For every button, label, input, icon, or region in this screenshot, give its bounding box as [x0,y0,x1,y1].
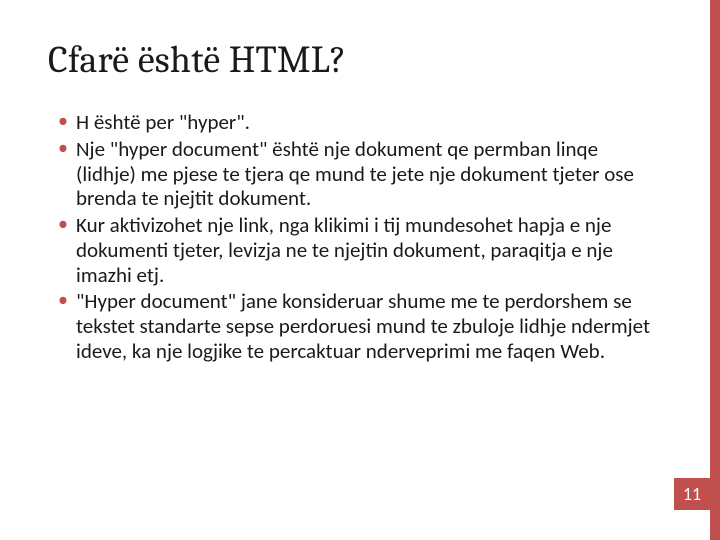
list-item: H është per "hyper". [56,110,652,135]
page-number-badge: 11 [674,478,710,510]
list-item: Nje "hyper document" është nje dokument … [56,137,652,211]
slide-title: Cfarë është HTML? [48,38,672,82]
slide-content: H është per "hyper". Nje "hyper document… [48,110,672,364]
list-item: "Hyper document" jane konsideruar shume … [56,289,652,363]
accent-bar [710,0,720,540]
list-item: Kur aktivizohet nje link, nga klikimi i … [56,213,652,287]
slide: Cfarë është HTML? H është per "hyper". N… [0,0,720,540]
bullet-list: H është per "hyper". Nje "hyper document… [56,110,652,364]
